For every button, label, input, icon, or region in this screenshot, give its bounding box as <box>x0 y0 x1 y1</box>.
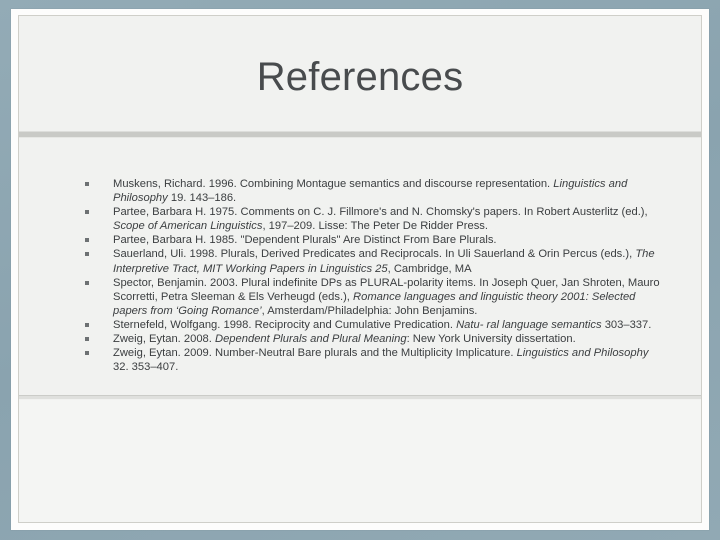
references-list: Muskens, Richard. 1996. Combining Montag… <box>77 177 665 374</box>
reference-text: Zweig, Eytan. 2009. Number-Neutral Bare … <box>113 347 648 373</box>
list-item: Partee, Barbara H. 1975. Comments on C. … <box>77 205 665 233</box>
reference-title-italic: Scope of American Linguistics <box>113 220 263 233</box>
list-item: Zweig, Eytan. 2008. Dependent Plurals an… <box>77 332 665 346</box>
slide-frame: References Muskens, Richard. 1996. Combi… <box>11 9 709 530</box>
reference-text-segment: , Amsterdam/Philadelphia: John Benjamins… <box>261 304 478 317</box>
reference-text: Partee, Barbara H. 1985. "Dependent Plur… <box>113 234 497 246</box>
bottom-divider <box>19 395 701 399</box>
reference-text-segment: Muskens, Richard. 1996. Combining Montag… <box>113 178 554 190</box>
slide-content-area: References Muskens, Richard. 1996. Combi… <box>18 15 702 523</box>
reference-title-italic: Dependent Plurals and Plural Meaning <box>215 333 407 346</box>
page-title: References <box>256 55 464 99</box>
reference-text-segment: : New York University dissertation. <box>406 333 576 346</box>
list-item: Muskens, Richard. 1996. Combining Montag… <box>77 177 665 205</box>
square-bullet-icon <box>85 252 89 257</box>
square-bullet-icon <box>85 182 89 186</box>
reference-text-segment: Partee, Barbara H. 1975. Comments on C. … <box>113 206 648 219</box>
reference-text: Muskens, Richard. 1996. Combining Montag… <box>113 178 627 204</box>
square-bullet-icon <box>85 210 89 215</box>
list-item: Sauerland, Uli. 1998. Plurals, Derived P… <box>77 247 665 275</box>
reference-text-segment: Sauerland, Uli. 1998. Plurals, Derived P… <box>113 248 636 261</box>
square-bullet-icon <box>85 322 89 327</box>
reference-text: Sauerland, Uli. 1998. Plurals, Derived P… <box>113 248 655 274</box>
reference-text-segment: Partee, Barbara H. 1985. "Dependent Plur… <box>113 234 497 247</box>
list-item: Zweig, Eytan. 2009. Number-Neutral Bare … <box>77 346 665 374</box>
square-bullet-icon <box>85 280 89 285</box>
reference-text-segment: Zweig, Eytan. 2008. <box>113 333 215 346</box>
reference-text-segment: , 197–209. Lisse: The Peter De Ridder Pr… <box>262 220 488 233</box>
reference-title-italic: Natu- ral language semantics <box>456 318 602 331</box>
reference-text-segment: Zweig, Eytan. 2009. Number-Neutral Bare … <box>113 347 517 360</box>
reference-text-segment: Sternefeld, Wolfgang. 1998. Reciprocity … <box>113 318 457 331</box>
reference-text: Partee, Barbara H. 1975. Comments on C. … <box>113 206 648 232</box>
square-bullet-icon <box>85 351 89 356</box>
reference-text: Zweig, Eytan. 2008. Dependent Plurals an… <box>113 333 576 345</box>
reference-text-segment: , Cambridge, MA <box>387 262 472 275</box>
reference-text: Sternefeld, Wolfgang. 1998. Reciprocity … <box>113 319 651 331</box>
list-item: Sternefeld, Wolfgang. 1998. Reciprocity … <box>77 318 665 332</box>
reference-text-segment: 32. 353–407. <box>113 361 179 374</box>
list-item: Partee, Barbara H. 1985. "Dependent Plur… <box>77 233 665 247</box>
title-divider <box>19 131 701 138</box>
list-item: Spector, Benjamin. 2003. Plural indefini… <box>77 276 665 318</box>
title-placeholder: References <box>19 16 701 131</box>
slide-canvas-background: References Muskens, Richard. 1996. Combi… <box>0 0 720 540</box>
reference-text: Spector, Benjamin. 2003. Plural indefini… <box>113 277 660 317</box>
square-bullet-icon <box>85 238 89 243</box>
reference-title-italic: Linguistics and Philosophy <box>516 347 649 360</box>
square-bullet-icon <box>85 337 89 342</box>
reference-text-segment: 303–337. <box>601 318 652 331</box>
footer-area <box>19 400 701 522</box>
reference-text-segment: 19. 143–186. <box>167 192 237 205</box>
